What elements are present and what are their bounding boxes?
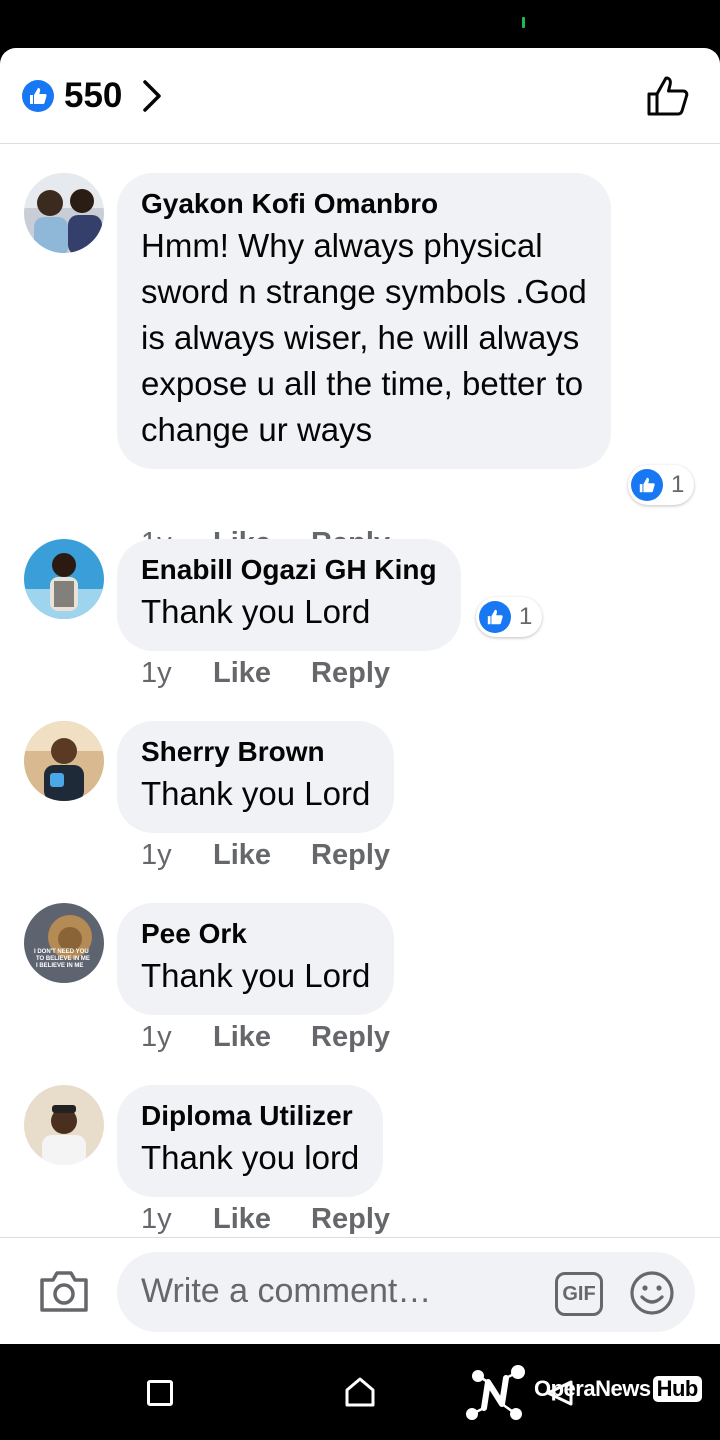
camera-icon[interactable] [38, 1268, 90, 1314]
thumbs-up-icon [22, 80, 54, 112]
reply-button[interactable]: Reply [311, 1021, 390, 1054]
comment-bubble[interactable]: Gyakon Kofi Omanbro Hmm! Why always phys… [117, 173, 611, 469]
comment-text: Thank you lord [141, 1135, 359, 1181]
watermark: OperaNews Hub [466, 1364, 706, 1424]
comment-text: Thank you Lord [141, 953, 370, 999]
comment-text: Thank you Lord [141, 771, 370, 817]
avatar[interactable] [24, 539, 104, 619]
like-outline-icon[interactable] [646, 74, 690, 118]
system-navigation-bar: OperaNews Hub [0, 1344, 720, 1440]
avatar[interactable] [24, 173, 104, 253]
avatar-caption: TO BELIEVE IN ME [36, 956, 90, 962]
avatar-caption: I BELIEVE IN ME [36, 963, 83, 969]
comment-text: Hmm! Why always physical sword n strange… [141, 223, 587, 453]
reaction-count: 1 [671, 471, 685, 498]
comment-timestamp: 1y [141, 839, 172, 871]
thumbs-up-icon [479, 601, 511, 633]
comment-author[interactable]: Sherry Brown [141, 735, 370, 769]
like-button[interactable]: Like [213, 839, 271, 872]
comment-line: Thank you Lord [141, 593, 371, 630]
watermark-brand: OperaNews [534, 1376, 651, 1401]
thumbs-up-icon [631, 469, 663, 501]
comment-composer: Write a comment… GIF [0, 1237, 720, 1344]
comment-author[interactable]: Pee Ork [141, 917, 370, 951]
recent-apps-button[interactable] [147, 1380, 173, 1406]
comment-actions: 1y Like Reply [141, 1203, 430, 1236]
gif-button[interactable]: GIF [555, 1272, 603, 1316]
comment-line: sword n strange symbols .God [141, 273, 587, 310]
comment-text: Thank you Lord [141, 589, 437, 635]
comment-actions: 1y Like Reply [141, 839, 430, 872]
reply-button[interactable]: Reply [311, 1203, 390, 1236]
comment-timestamp: 1y [141, 1021, 172, 1053]
chevron-right-icon [143, 80, 162, 112]
like-button[interactable]: Like [213, 1021, 271, 1054]
comment-timestamp: 1y [141, 1203, 172, 1235]
reply-button[interactable]: Reply [311, 657, 390, 690]
comment-line: Thank you lord [141, 1139, 360, 1176]
comment-bubble[interactable]: Enabill Ogazi GH King Thank you Lord [117, 539, 461, 651]
comment-actions: 1y Like Reply [141, 1021, 430, 1054]
comments-sheet: 550 Gyakon Kofi Omanbro Hmm! Why always … [0, 48, 720, 1344]
comment-bubble[interactable]: Diploma Utilizer Thank you lord [117, 1085, 384, 1197]
comment-author[interactable]: Enabill Ogazi GH King [141, 553, 437, 587]
comment-author[interactable]: Diploma Utilizer [141, 1099, 359, 1133]
home-icon[interactable] [344, 1376, 376, 1408]
reply-button[interactable]: Reply [311, 839, 390, 872]
comment-line: Thank you Lord [141, 775, 371, 812]
reactions-summary[interactable]: 550 [22, 76, 162, 116]
comment-line: Thank you Lord [141, 957, 371, 994]
comment-input[interactable]: Write a comment… GIF [117, 1252, 695, 1332]
reactions-header: 550 [0, 48, 720, 144]
comment-timestamp: 1y [141, 657, 172, 689]
comment-author[interactable]: Gyakon Kofi Omanbro [141, 187, 587, 221]
watermark-text: OperaNews Hub [534, 1376, 702, 1402]
reaction-count-badge[interactable]: 1 [476, 597, 543, 637]
comment-line: change ur ways [141, 411, 373, 448]
like-count: 550 [64, 76, 123, 115]
emoji-icon[interactable] [629, 1270, 675, 1316]
comment-actions: 1y Like Reply [141, 657, 430, 690]
operanews-logo-icon [466, 1365, 525, 1420]
avatar-caption: I DON'T NEED YOU [34, 949, 89, 955]
like-button[interactable]: Like [213, 1203, 271, 1236]
avatar[interactable] [24, 721, 104, 801]
comment-bubble[interactable]: Pee Ork Thank you Lord [117, 903, 395, 1015]
watermark-hub: Hub [652, 1376, 702, 1402]
reaction-count: 1 [519, 603, 533, 630]
comment-line: expose u all the time, better to [141, 365, 584, 402]
like-button[interactable]: Like [213, 657, 271, 690]
status-bar [0, 0, 720, 48]
comment-bubble[interactable]: Sherry Brown Thank you Lord [117, 721, 395, 833]
comment-line: is always wiser, he will always [141, 319, 580, 356]
reaction-count-badge[interactable]: 1 [628, 465, 695, 505]
status-indicator [522, 17, 525, 28]
avatar[interactable] [24, 1085, 104, 1165]
comment-input-placeholder: Write a comment… [141, 1272, 432, 1310]
comment-line: Hmm! Why always physical [141, 227, 543, 264]
avatar[interactable]: I DON'T NEED YOU TO BELIEVE IN ME I BELI… [24, 903, 104, 983]
